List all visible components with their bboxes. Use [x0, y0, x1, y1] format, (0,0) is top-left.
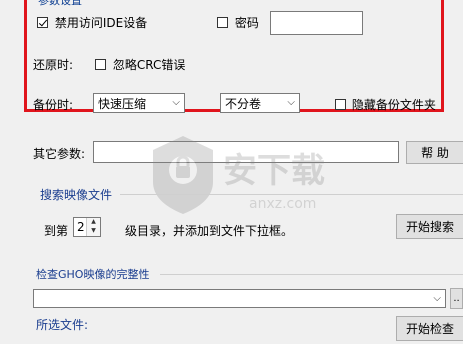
- browse-button[interactable]: ..: [450, 288, 463, 309]
- chevron-down-icon: ⌵: [433, 293, 441, 304]
- disable-ide-option[interactable]: 禁用访问IDE设备: [37, 14, 147, 31]
- restore-label: 还原时:: [33, 58, 74, 72]
- split-select[interactable]: 不分卷 ⌵: [220, 93, 300, 113]
- backup-label: 备份时:: [33, 98, 74, 112]
- help-button[interactable]: 帮 助: [406, 141, 463, 164]
- start-search-button[interactable]: 开始搜索: [396, 214, 463, 239]
- chevron-down-icon[interactable]: ▼: [87, 227, 100, 236]
- hide-backup-label: 隐藏备份文件夹: [351, 98, 436, 112]
- watermark-text: 安下载: [223, 151, 325, 191]
- chevron-down-icon: ⌵: [287, 97, 295, 108]
- spinner-buttons[interactable]: ▲ ▼: [86, 218, 100, 236]
- compression-select-value: 快速压缩: [98, 96, 147, 111]
- search-group-title: 搜索映像文件: [40, 188, 113, 202]
- other-params-label: 其它参数:: [33, 147, 86, 161]
- ignore-crc-label: 忽略CRC错误: [112, 58, 186, 72]
- watermark-logo: 安下载 anxz.com: [153, 136, 325, 214]
- level-spinner[interactable]: 2 ▲ ▼: [73, 217, 101, 237]
- split-select-value: 不分卷: [225, 96, 262, 111]
- start-check-button[interactable]: 开始检查: [396, 316, 463, 341]
- disable-ide-checkbox[interactable]: [37, 17, 48, 28]
- watermark-subtext: anxz.com: [249, 196, 316, 212]
- file-select[interactable]: ⌵: [33, 289, 446, 308]
- divider: [160, 274, 463, 275]
- level-value: 2: [77, 220, 85, 234]
- hide-backup-option[interactable]: 隐藏备份文件夹: [335, 96, 436, 113]
- divider: [120, 194, 463, 195]
- params-group-title: 参数设置: [36, 0, 84, 8]
- check-group-title: 检查GHO映像的完整性: [36, 268, 150, 281]
- search-prefix: 到第: [44, 224, 69, 238]
- search-suffix: 级目录，并添加到文件下拉框。: [125, 224, 294, 238]
- ignore-crc-option[interactable]: 忽略CRC错误: [95, 56, 185, 73]
- chevron-down-icon: ⌵: [172, 97, 180, 108]
- selected-file-label: 所选文件:: [36, 318, 89, 332]
- password-checkbox[interactable]: [217, 17, 228, 28]
- ignore-crc-checkbox[interactable]: [95, 59, 106, 70]
- chevron-up-icon[interactable]: ▲: [87, 218, 100, 227]
- password-input[interactable]: [270, 11, 363, 35]
- password-option[interactable]: 密码: [217, 14, 259, 31]
- hide-backup-checkbox[interactable]: [335, 99, 346, 110]
- password-label: 密码: [234, 16, 259, 30]
- compression-select[interactable]: 快速压缩 ⌵: [93, 93, 185, 113]
- disable-ide-label: 禁用访问IDE设备: [54, 16, 148, 30]
